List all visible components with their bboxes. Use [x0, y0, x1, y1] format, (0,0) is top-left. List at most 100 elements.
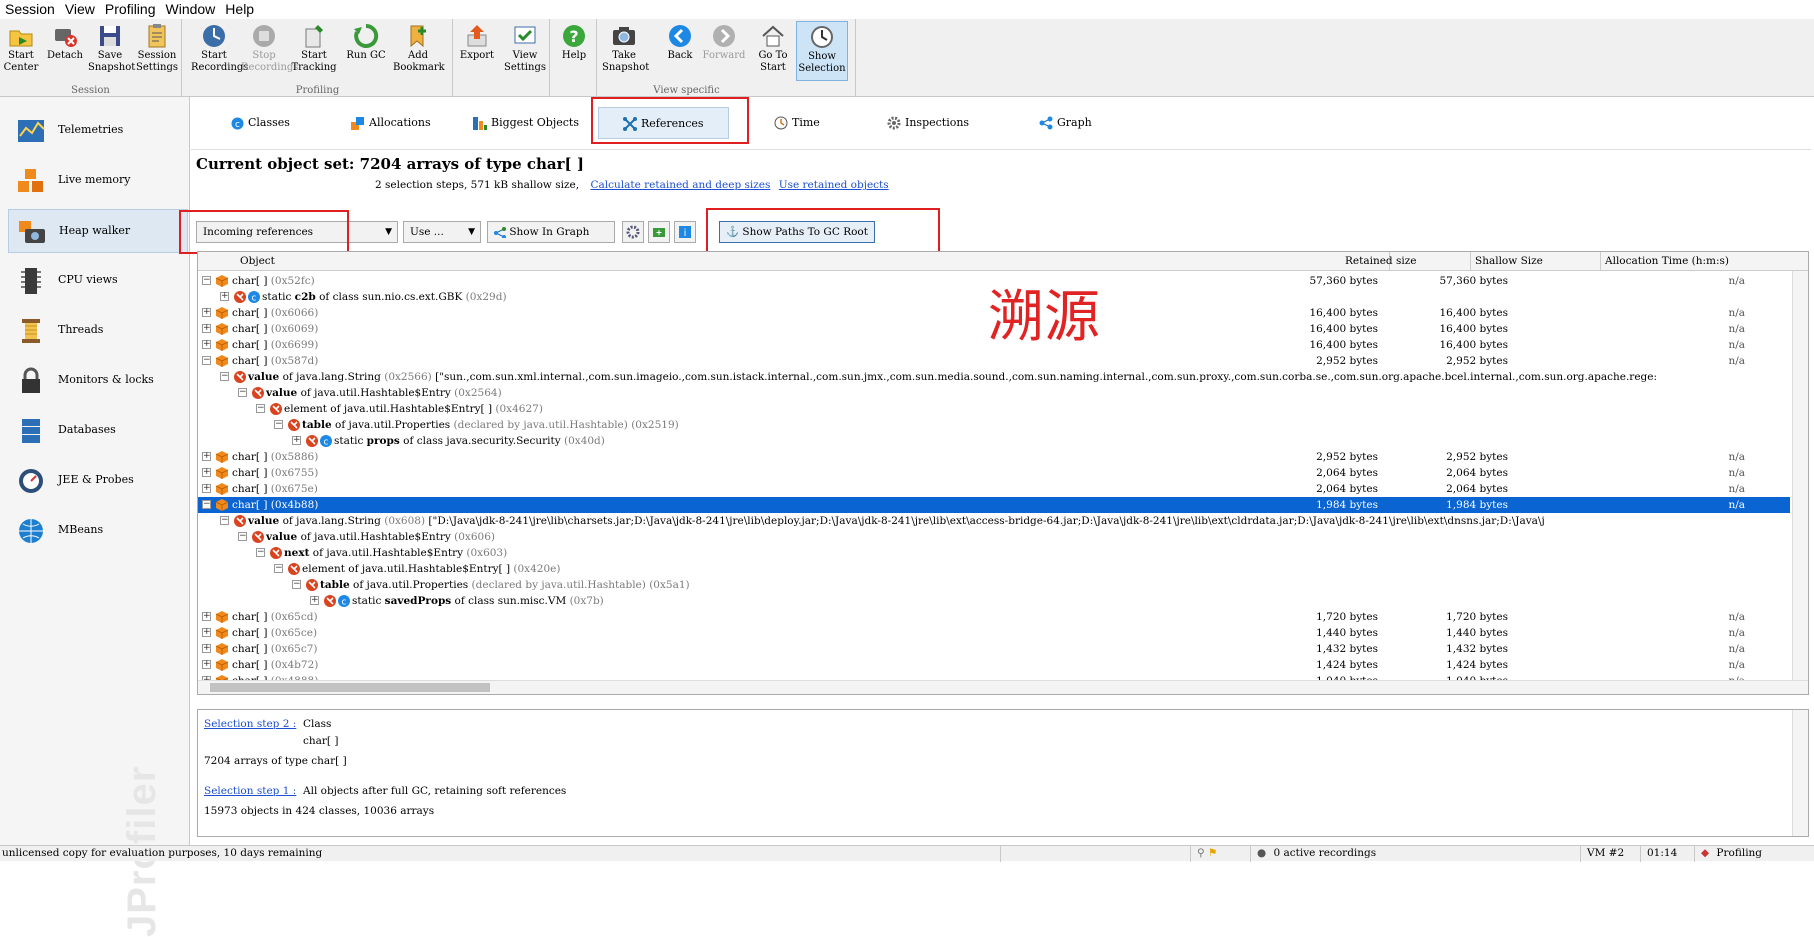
collapse-icon[interactable]: −	[238, 532, 247, 541]
table-row[interactable]: + char[ ] (0x65c7) 1,432 bytes 1,432 bytes…	[198, 641, 1790, 657]
tab-classes[interactable]: c Classes	[231, 107, 290, 139]
collapse-icon[interactable]: −	[274, 420, 283, 429]
tab-graph[interactable]: Graph	[1039, 107, 1092, 139]
table-row[interactable]: − char[ ] (0x4b88) 1,984 bytes 1,984 bytes…	[198, 497, 1790, 513]
table-row[interactable]: + char[ ] (0x65ce) 1,440 bytes 1,440 bytes…	[198, 625, 1790, 641]
new-object-set-button[interactable]	[648, 221, 670, 243]
sidebar-item-databases[interactable]: Databases	[8, 409, 188, 453]
table-row[interactable]: − value of java.lang.String (0x2566) ["su…	[198, 369, 1790, 385]
sidebar-item-live-memory[interactable]: Live memory	[8, 159, 188, 203]
sidebar-item-jee-probes[interactable]: JEE & Probes	[8, 459, 188, 503]
show-in-graph-button[interactable]: Show In Graph	[487, 221, 615, 243]
inspection-settings-button[interactable]	[622, 221, 644, 243]
table-row[interactable]: + c static savedProps of class sun.misc.VM…	[198, 593, 1790, 609]
table-row[interactable]: − value of java.lang.String (0x608) ["D:\…	[198, 513, 1790, 529]
table-row[interactable]: + c static props of class java.security.Se…	[198, 433, 1790, 449]
menu-view[interactable]: View	[60, 0, 100, 19]
status-flags[interactable]: ⚲ ⚑	[1190, 846, 1250, 862]
table-row[interactable]: + char[ ] (0x675e) 2,064 bytes 2,064 bytes…	[198, 481, 1790, 497]
start-tracking-button[interactable]: Start Tracking	[291, 21, 337, 81]
go-to-start-button[interactable]: Go To Start	[754, 21, 792, 81]
save-snapshot-button[interactable]: Save Snapshot	[88, 21, 135, 81]
expand-icon[interactable]: +	[220, 292, 229, 301]
expand-icon[interactable]: +	[202, 308, 211, 317]
take-snapshot-button[interactable]: Take Snapshot	[602, 21, 649, 81]
collapse-icon[interactable]: −	[256, 548, 265, 557]
calculate-retained-link[interactable]: Calculate retained and deep sizes	[590, 179, 770, 191]
sidebar-item-heap-walker[interactable]: Heap walker	[8, 209, 188, 253]
expand-icon[interactable]: +	[202, 340, 211, 349]
tab-inspections[interactable]: Inspections	[887, 107, 969, 139]
collapse-icon[interactable]: −	[220, 516, 229, 525]
expand-icon[interactable]: +	[202, 660, 211, 669]
tab-biggest-objects[interactable]: Biggest Objects	[473, 107, 579, 139]
table-row[interactable]: − element of java.util.Hashtable$Entry[ ]…	[198, 561, 1790, 577]
expand-icon[interactable]: +	[202, 452, 211, 461]
menu-help[interactable]: Help	[220, 0, 259, 19]
info-button[interactable]: i	[674, 221, 696, 243]
collapse-icon[interactable]: −	[238, 388, 247, 397]
table-row[interactable]: − element of java.util.Hashtable$Entry[ ]…	[198, 401, 1790, 417]
column-allocation-time[interactable]: Allocation Time (h:m:s)	[1601, 252, 1791, 271]
table-row[interactable]: + char[ ] (0x6755) 2,064 bytes 2,064 bytes…	[198, 465, 1790, 481]
table-row[interactable]: − table of java.util.Properties (declared…	[198, 577, 1790, 593]
menu-window[interactable]: Window	[161, 0, 221, 19]
sidebar-item-telemetries[interactable]: Telemetries	[8, 109, 188, 153]
collapse-icon[interactable]: −	[256, 404, 265, 413]
back-button[interactable]: Back	[662, 21, 698, 81]
table-row[interactable]: + char[ ] (0x65cd) 1,720 bytes 1,720 bytes…	[198, 609, 1790, 625]
view-settings-button[interactable]: View Settings	[502, 21, 548, 81]
help-button[interactable]: ? Help	[553, 21, 595, 81]
table-row[interactable]: − value of java.util.Hashtable$Entry (0x2…	[198, 385, 1790, 401]
session-settings-button[interactable]: Session Settings	[134, 21, 180, 81]
collapse-icon[interactable]: −	[220, 372, 229, 381]
forward-button[interactable]: Forward	[702, 21, 746, 81]
scrollbar-thumb[interactable]	[210, 683, 490, 692]
table-row[interactable]: − value of java.util.Hashtable$Entry (0x6…	[198, 529, 1790, 545]
table-row[interactable]: − table of java.util.Properties (declared…	[198, 417, 1790, 433]
recordings-status[interactable]: ● 0 active recordings	[1250, 846, 1580, 862]
collapse-icon[interactable]: −	[202, 500, 211, 509]
expand-icon[interactable]: +	[202, 628, 211, 637]
sidebar-item-mbeans[interactable]: MBeans	[8, 509, 188, 553]
sidebar-item-monitors-locks[interactable]: Monitors & locks	[8, 359, 188, 403]
selection-step-1-link[interactable]: Selection step 1 :	[204, 785, 296, 797]
expand-icon[interactable]: +	[292, 436, 301, 445]
menu-session[interactable]: Session	[0, 0, 60, 19]
show-selection-button[interactable]: Show Selection	[796, 21, 848, 81]
expand-icon[interactable]: +	[202, 324, 211, 333]
table-row[interactable]: − char[ ] (0x587d) 2,952 bytes 2,952 bytes…	[198, 353, 1790, 369]
start-recordings-button[interactable]: Start Recordings	[191, 21, 248, 81]
start-center-button[interactable]: Start Center	[2, 21, 40, 81]
add-bookmark-button[interactable]: Add Bookmark	[393, 21, 445, 81]
expand-icon[interactable]: +	[202, 644, 211, 653]
expand-icon[interactable]: +	[202, 612, 211, 621]
collapse-icon[interactable]: −	[202, 276, 211, 285]
stop-recordings-button[interactable]: Stop Recordings	[241, 21, 298, 81]
selection-step-2-link[interactable]: Selection step 2 :	[204, 718, 296, 730]
table-row[interactable]: + char[ ] (0x5886) 2,952 bytes 2,952 bytes…	[198, 449, 1790, 465]
run-gc-button[interactable]: Run GC	[343, 21, 389, 81]
vertical-scrollbar[interactable]	[1792, 710, 1808, 836]
collapse-icon[interactable]: −	[202, 356, 211, 365]
sidebar-item-threads[interactable]: Threads	[8, 309, 188, 353]
collapse-icon[interactable]: −	[274, 564, 283, 573]
detach-button[interactable]: Detach	[44, 21, 86, 81]
tab-time[interactable]: Time	[774, 107, 820, 139]
table-row[interactable]: + char[ ] (0x4b72) 1,424 bytes 1,424 bytes…	[198, 657, 1790, 673]
use-retained-objects-link[interactable]: Use retained objects	[779, 179, 889, 191]
use-menu-button[interactable]: Use ... ▼	[403, 221, 481, 243]
column-retained-size[interactable]: Retained size	[1341, 252, 1471, 271]
collapse-icon[interactable]: −	[292, 580, 301, 589]
column-shallow-size[interactable]: Shallow Size	[1471, 252, 1601, 271]
export-button[interactable]: Export	[456, 21, 498, 81]
expand-icon[interactable]: +	[310, 596, 319, 605]
vertical-scrollbar[interactable]	[1792, 271, 1808, 681]
sidebar-item-cpu-views[interactable]: CPU views	[8, 259, 188, 303]
table-row[interactable]: − next of java.util.Hashtable$Entry (0x60…	[198, 545, 1790, 561]
expand-icon[interactable]: +	[202, 468, 211, 477]
menu-profiling[interactable]: Profiling	[100, 0, 161, 19]
expand-icon[interactable]: +	[202, 484, 211, 493]
tab-allocations[interactable]: Allocations	[351, 107, 431, 139]
column-object[interactable]: Object	[236, 252, 1390, 271]
